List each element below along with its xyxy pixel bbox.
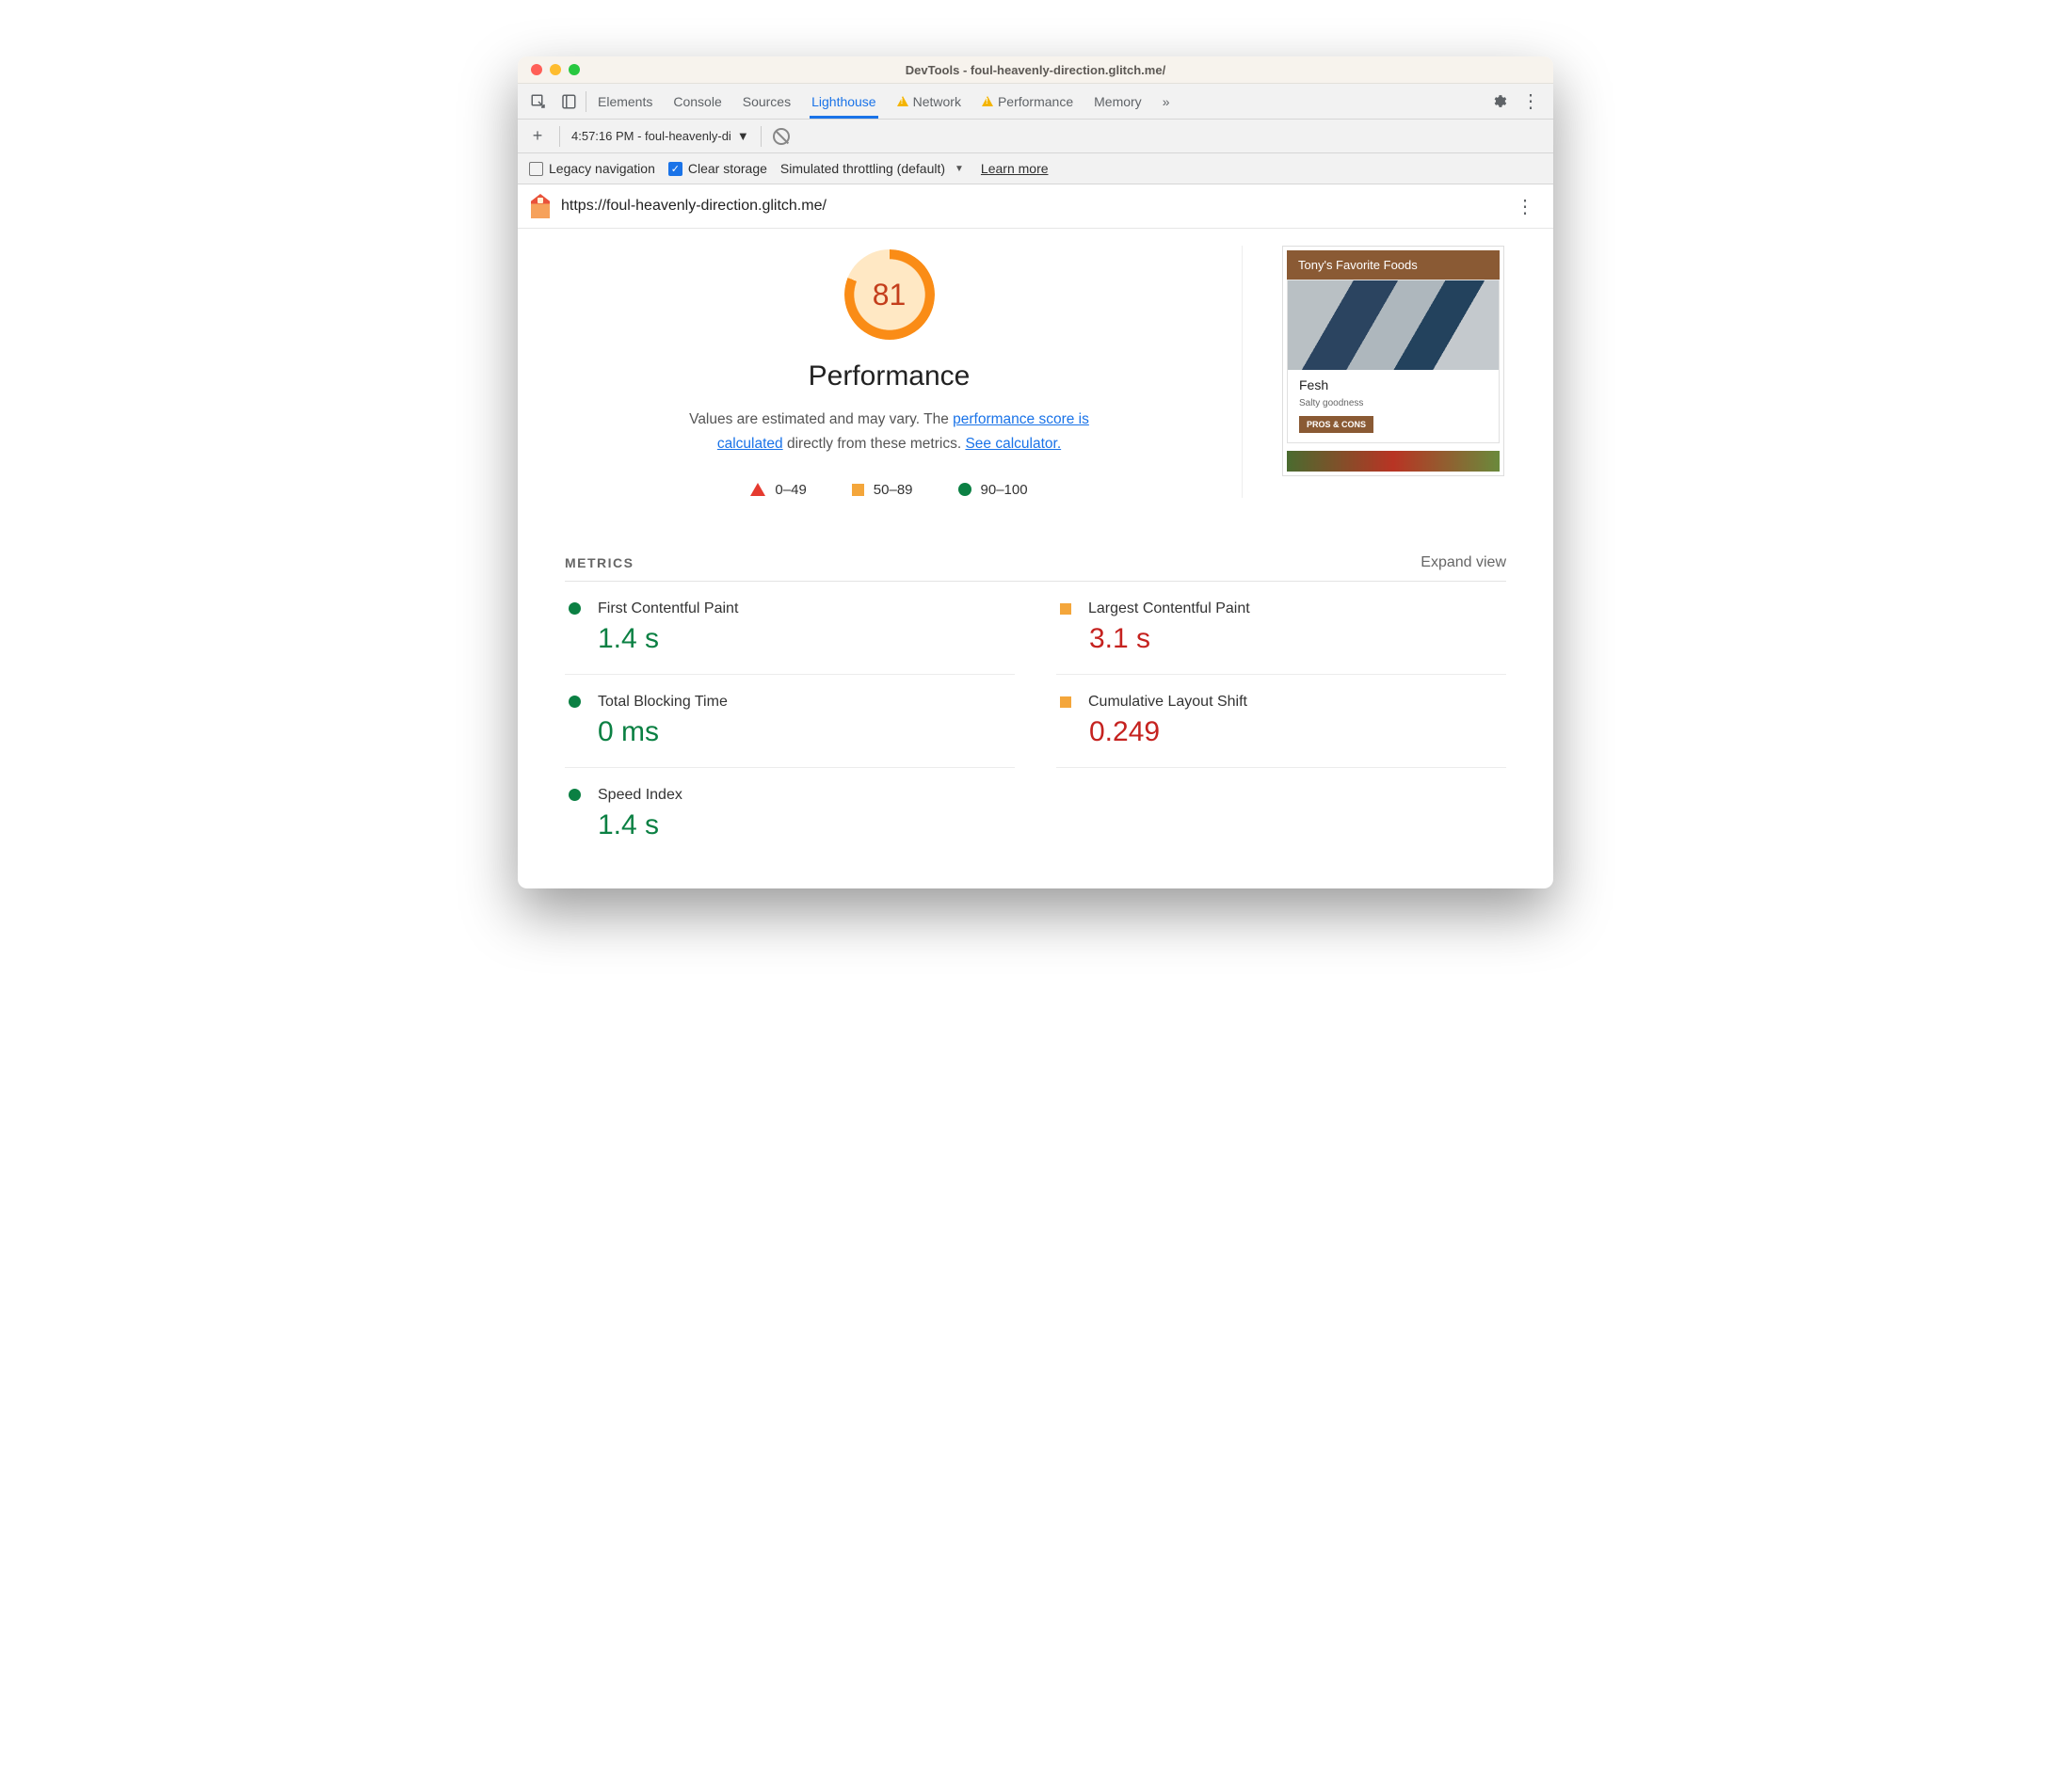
legend-average: 50–89 xyxy=(852,482,913,498)
metric-label: Total Blocking Time xyxy=(598,694,728,711)
report-row: + 4:57:16 PM - foul-heavenly-di ▼ xyxy=(518,120,1553,153)
device-toggle-icon[interactable] xyxy=(555,88,582,115)
tab-network-label: Network xyxy=(913,94,961,109)
report-url: https://foul-heavenly-direction.glitch.m… xyxy=(561,198,827,215)
category-description: Values are estimated and may vary. The p… xyxy=(687,408,1092,457)
square-orange-icon xyxy=(852,484,864,496)
checkbox-checked-icon: ✓ xyxy=(668,162,682,176)
thumb-card-sub: Salty goodness xyxy=(1299,398,1487,408)
metrics-heading: METRICS xyxy=(565,555,634,570)
tab-sources[interactable]: Sources xyxy=(741,85,793,119)
legend-fail: 0–49 xyxy=(750,482,806,498)
expand-view-toggle[interactable]: Expand view xyxy=(1421,554,1506,571)
screenshot-column: Tony's Favorite Foods Fesh Salty goodnes… xyxy=(1271,246,1516,498)
clear-icon[interactable] xyxy=(773,128,790,145)
report-summary: 81 Performance Values are estimated and … xyxy=(518,229,1553,498)
metric-value: 3.1 s xyxy=(1089,623,1502,655)
thumb-card: Fesh Salty goodness PROS & CONS xyxy=(1287,280,1500,443)
score-legend: 0–49 50–89 90–100 xyxy=(750,482,1027,498)
chevron-down-icon: ▼ xyxy=(955,164,964,174)
learn-more-link[interactable]: Learn more xyxy=(981,161,1049,176)
tab-performance[interactable]: Performance xyxy=(980,85,1075,119)
metric-value: 1.4 s xyxy=(598,623,1011,655)
tab-memory[interactable]: Memory xyxy=(1092,85,1144,119)
circle-green-icon xyxy=(569,602,581,615)
square-orange-icon xyxy=(1060,696,1071,708)
tab-console[interactable]: Console xyxy=(671,85,723,119)
lighthouse-logo-icon xyxy=(531,194,550,218)
kebab-menu-icon[interactable]: ⋮ xyxy=(1516,89,1546,113)
warning-icon xyxy=(897,96,908,106)
checkbox-icon xyxy=(529,162,543,176)
metric-label: Cumulative Layout Shift xyxy=(1088,694,1247,711)
metric-lcp[interactable]: Largest Contentful Paint 3.1 s xyxy=(1056,582,1506,675)
separator xyxy=(559,126,560,147)
report-dropdown-label: 4:57:16 PM - foul-heavenly-di xyxy=(571,129,731,143)
metric-value: 0.249 xyxy=(1089,716,1502,748)
thumb-header: Tony's Favorite Foods xyxy=(1287,250,1500,280)
gear-icon[interactable] xyxy=(1485,88,1512,115)
metric-value: 1.4 s xyxy=(598,809,1011,841)
legend-pass: 90–100 xyxy=(958,482,1028,498)
devtools-tabs: Elements Console Sources Lighthouse Netw… xyxy=(518,84,1553,120)
score-gauge[interactable]: 81 xyxy=(844,249,935,340)
metric-fcp[interactable]: First Contentful Paint 1.4 s xyxy=(565,582,1015,675)
thumb-card-button: PROS & CONS xyxy=(1299,416,1373,433)
new-report-button[interactable]: + xyxy=(527,126,548,146)
throttling-dropdown[interactable]: Simulated throttling (default) ▼ xyxy=(780,161,968,176)
legend-range: 90–100 xyxy=(981,482,1028,498)
clear-label: Clear storage xyxy=(688,161,767,176)
square-orange-icon xyxy=(1060,603,1071,615)
minimize-window-icon[interactable] xyxy=(550,64,561,75)
metric-si[interactable]: Speed Index 1.4 s xyxy=(565,768,1015,860)
circle-green-icon xyxy=(569,696,581,708)
triangle-red-icon xyxy=(750,483,765,496)
window-controls xyxy=(531,64,580,75)
inspect-icon[interactable] xyxy=(525,88,552,115)
options-row: Legacy navigation ✓ Clear storage Simula… xyxy=(518,153,1553,184)
titlebar: DevTools - foul-heavenly-direction.glitc… xyxy=(518,56,1553,84)
separator xyxy=(761,126,762,147)
thumb-image xyxy=(1288,280,1499,370)
legacy-navigation-checkbox[interactable]: Legacy navigation xyxy=(529,161,655,176)
legend-range: 0–49 xyxy=(775,482,806,498)
tab-performance-label: Performance xyxy=(998,94,1073,109)
throttling-label: Simulated throttling (default) xyxy=(780,161,945,176)
chevron-down-icon: ▼ xyxy=(737,129,749,143)
metric-tbt[interactable]: Total Blocking Time 0 ms xyxy=(565,675,1015,768)
tab-elements[interactable]: Elements xyxy=(596,85,654,119)
clear-storage-checkbox[interactable]: ✓ Clear storage xyxy=(668,161,767,176)
tab-more[interactable]: » xyxy=(1161,85,1172,119)
legend-range: 50–89 xyxy=(874,482,913,498)
desc-text: Values are estimated and may vary. The xyxy=(689,411,953,427)
circle-green-icon xyxy=(569,789,581,801)
tab-network[interactable]: Network xyxy=(895,85,963,119)
zoom-window-icon[interactable] xyxy=(569,64,580,75)
window-title: DevTools - foul-heavenly-direction.glitc… xyxy=(518,63,1553,77)
warning-icon xyxy=(982,96,993,106)
tab-lighthouse[interactable]: Lighthouse xyxy=(810,85,878,119)
devtools-window: DevTools - foul-heavenly-direction.glitc… xyxy=(518,56,1553,888)
report-menu-icon[interactable]: ⋮ xyxy=(1510,195,1540,218)
category-title: Performance xyxy=(809,360,971,392)
metric-label: Largest Contentful Paint xyxy=(1088,600,1250,617)
calculator-link[interactable]: See calculator. xyxy=(965,436,1061,452)
gauge-column: 81 Performance Values are estimated and … xyxy=(555,246,1243,498)
metric-label: Speed Index xyxy=(598,787,682,804)
address-row: https://foul-heavenly-direction.glitch.m… xyxy=(518,184,1553,229)
legacy-label: Legacy navigation xyxy=(549,161,655,176)
metrics-section: METRICS Expand view First Contentful Pai… xyxy=(518,498,1553,888)
metric-cls[interactable]: Cumulative Layout Shift 0.249 xyxy=(1056,675,1506,768)
metric-label: First Contentful Paint xyxy=(598,600,738,617)
thumb-card-title: Fesh xyxy=(1299,377,1487,392)
circle-green-icon xyxy=(958,483,971,496)
score-value: 81 xyxy=(844,249,935,340)
page-screenshot[interactable]: Tony's Favorite Foods Fesh Salty goodnes… xyxy=(1282,246,1504,476)
close-window-icon[interactable] xyxy=(531,64,542,75)
metric-value: 0 ms xyxy=(598,716,1011,748)
thumb-image-2 xyxy=(1287,451,1500,472)
desc-text: directly from these metrics. xyxy=(783,436,966,452)
report-dropdown[interactable]: 4:57:16 PM - foul-heavenly-di ▼ xyxy=(571,129,749,143)
